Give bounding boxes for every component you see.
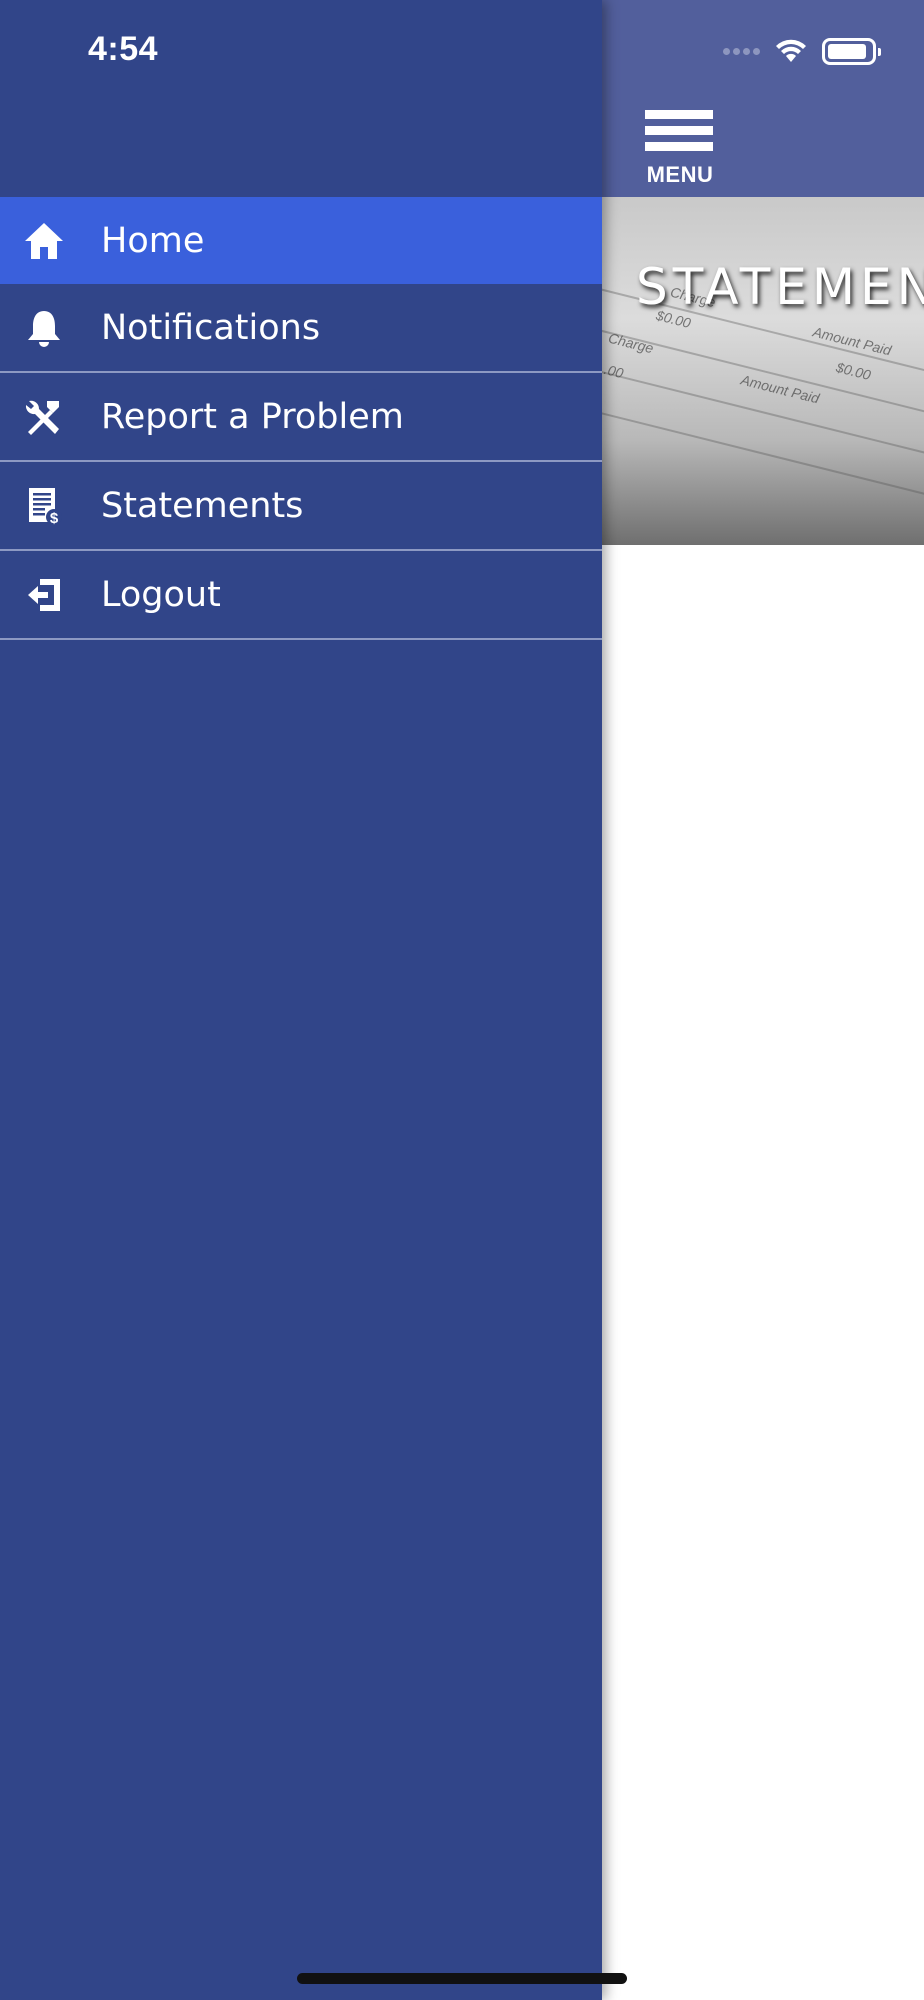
- drawer-item-notifications[interactable]: Notifications: [0, 284, 602, 373]
- bell-icon: [22, 306, 66, 350]
- home-icon: [22, 219, 66, 263]
- home-indicator[interactable]: [297, 1973, 627, 1984]
- drawer-item-label: Notifications: [101, 307, 321, 348]
- cellular-signal-icon: [723, 47, 760, 55]
- status-time: 4:54: [88, 30, 159, 68]
- drawer-item-logout[interactable]: Logout: [0, 551, 602, 640]
- drawer-item-label: Logout: [101, 574, 221, 615]
- hero-title: STATEMEN: [636, 258, 924, 316]
- svg-text:$: $: [50, 510, 59, 527]
- menu-label: MENU: [646, 162, 714, 187]
- status-icons: [723, 36, 881, 66]
- statement-icon: $: [22, 484, 66, 528]
- drawer-item-report-problem[interactable]: Report a Problem: [0, 373, 602, 462]
- drawer-item-label: Statements: [101, 485, 304, 526]
- tools-icon: [22, 395, 66, 439]
- drawer-item-home[interactable]: Home: [0, 197, 602, 284]
- drawer-item-label: Report a Problem: [101, 396, 404, 437]
- drawer-item-statements[interactable]: $ Statements: [0, 462, 602, 551]
- drawer-item-label: Home: [101, 220, 205, 261]
- battery-icon: [822, 37, 881, 65]
- navigation-drawer: 4:54 Home Notifications Report a Problem…: [0, 0, 602, 2000]
- menu-button[interactable]: MENU: [645, 110, 715, 187]
- logout-icon: [22, 573, 66, 617]
- wifi-icon: [776, 39, 806, 62]
- hamburger-icon: [645, 110, 715, 151]
- drawer-menu: Home Notifications Report a Problem $ St…: [0, 197, 602, 640]
